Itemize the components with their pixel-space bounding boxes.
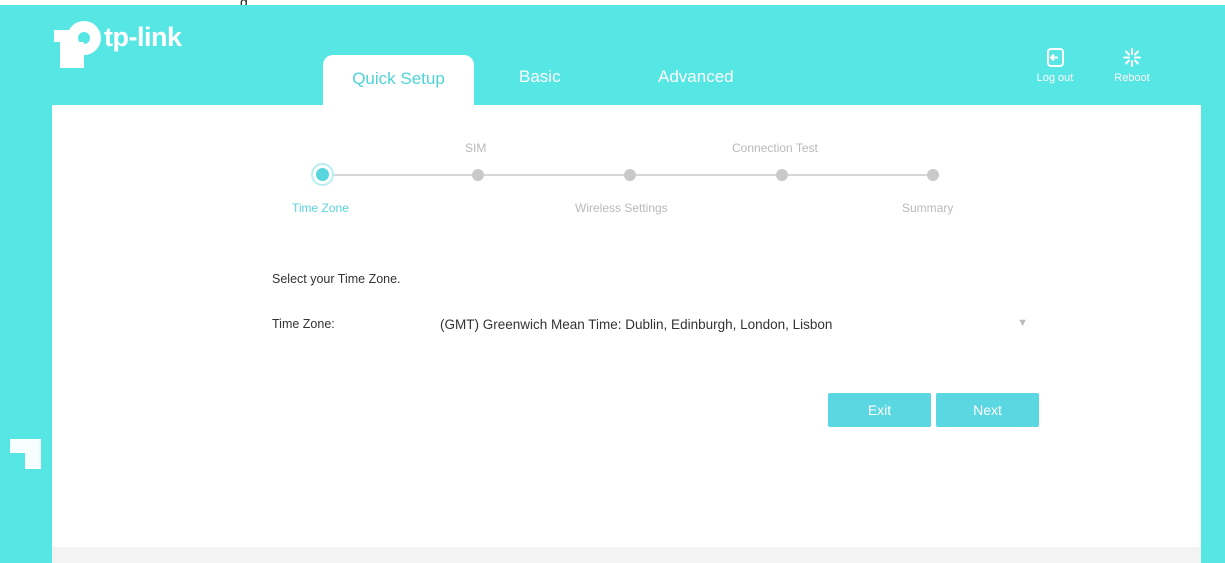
reboot-icon [1123, 48, 1141, 67]
reboot-button[interactable]: Reboot [1108, 46, 1156, 84]
step-dot-time-zone [316, 168, 329, 181]
tab-quick-setup[interactable]: Quick Setup [323, 55, 474, 105]
exit-button[interactable]: Exit [828, 393, 931, 427]
side-tab-icon[interactable] [8, 436, 44, 472]
step-dot-summary [927, 169, 939, 181]
tab-advanced[interactable]: Advanced [658, 67, 734, 87]
brand-name: tp-link [104, 22, 182, 52]
logout-button[interactable]: Log out [1031, 46, 1079, 84]
step-dot-wireless-settings [624, 169, 636, 181]
tab-basic[interactable]: Basic [519, 67, 561, 87]
time-zone-label: Time Zone: [272, 317, 335, 331]
panel-footer [52, 547, 1201, 563]
time-zone-value: (GMT) Greenwich Mean Time: Dublin, Edinb… [440, 317, 833, 332]
logout-icon [1047, 48, 1064, 67]
time-zone-prompt: Select your Time Zone. [272, 272, 401, 286]
quick-setup-panel: Time Zone SIM Wireless Settings Connecti… [52, 105, 1201, 563]
step-dot-connection-test [776, 169, 788, 181]
step-label-summary: Summary [902, 201, 954, 215]
dropdown-arrow-icon: ▼ [1017, 317, 1028, 329]
step-dot-sim [472, 169, 484, 181]
step-label-sim: SIM [465, 141, 487, 155]
tp-link-logo-icon [54, 21, 101, 68]
time-zone-select[interactable]: (GMT) Greenwich Mean Time: Dublin, Edinb… [438, 310, 1038, 338]
step-label-time-zone: Time Zone [292, 201, 349, 215]
step-label-connection-test: Connection Test [732, 141, 818, 155]
reboot-label: Reboot [1114, 72, 1150, 84]
router-frame: tp-link Quick Setup Basic Advanced Log o… [0, 5, 1225, 563]
step-label-wireless-settings: Wireless Settings [575, 201, 668, 215]
logout-label: Log out [1036, 72, 1074, 84]
next-button[interactable]: Next [936, 393, 1039, 427]
brand-logo: tp-link [52, 20, 182, 70]
